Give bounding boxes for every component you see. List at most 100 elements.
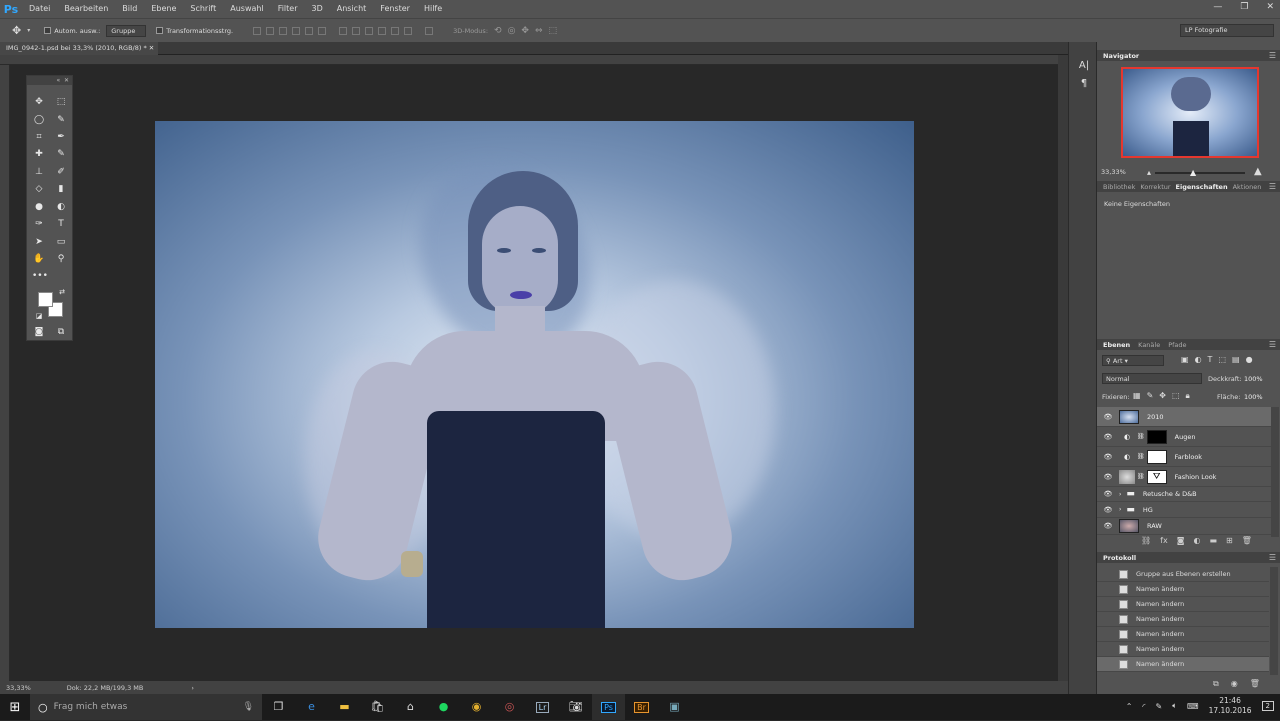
align-right-icon[interactable] bbox=[318, 26, 327, 35]
status-menu-arrow-icon[interactable]: › bbox=[191, 684, 194, 692]
notification-icon[interactable]: 2 bbox=[1261, 701, 1274, 711]
tab-korrektur[interactable]: Korrektur bbox=[1140, 183, 1170, 191]
expand-arrow-icon[interactable]: › bbox=[1119, 491, 1121, 498]
fill-value[interactable]: 100% bbox=[1244, 393, 1263, 401]
blur-tool-icon[interactable]: ● bbox=[32, 201, 46, 213]
smartobject-filter-icon[interactable]: ▤ bbox=[1232, 355, 1240, 364]
document-tab[interactable]: IMG_0942-1.psd bei 33,3% (2010, RGB/8) *… bbox=[0, 42, 158, 55]
microphone-icon[interactable]: 🎙︎ bbox=[243, 702, 254, 712]
distribute-left-icon[interactable] bbox=[378, 26, 387, 35]
link-chain-icon[interactable]: ⛓︎ bbox=[1137, 453, 1145, 460]
spotify-icon[interactable]: ● bbox=[427, 694, 460, 720]
network-icon[interactable]: ◜ bbox=[1142, 702, 1145, 711]
close-icon[interactable]: ✕ bbox=[64, 77, 69, 84]
link-chain-icon[interactable]: ⛓︎ bbox=[1137, 433, 1145, 440]
layers-scrollbar[interactable] bbox=[1271, 407, 1279, 537]
home-icon[interactable]: ⌂ bbox=[394, 694, 427, 720]
layer-mask-thumbnail[interactable] bbox=[1146, 449, 1167, 464]
move-tool-icon[interactable]: ✥ bbox=[12, 24, 21, 37]
gradient-tool-icon[interactable]: ▮ bbox=[54, 183, 68, 195]
paragraph-panel-icon[interactable]: ¶ bbox=[1078, 78, 1090, 90]
volume-icon[interactable]: 🔈︎ bbox=[1172, 701, 1177, 711]
menu-filter[interactable]: Filter bbox=[271, 0, 305, 18]
crop-tool-icon[interactable]: ⌗ bbox=[32, 131, 46, 143]
fx-icon[interactable]: fx bbox=[1160, 536, 1168, 545]
auto-select-checkbox[interactable]: Autom. ausw.: bbox=[44, 27, 100, 35]
menu-bearbeiten[interactable]: Bearbeiten bbox=[57, 0, 115, 18]
transform-controls-checkbox[interactable]: Transformationsstrg. bbox=[156, 27, 233, 35]
align-hcenter-icon[interactable] bbox=[305, 26, 314, 35]
clock[interactable]: 21:46 17.10.2016 bbox=[1209, 696, 1252, 716]
collapse-icon[interactable]: « bbox=[56, 77, 60, 84]
window-icon[interactable]: ▣ bbox=[658, 694, 691, 720]
3d-pan-icon[interactable]: ✥ bbox=[521, 26, 529, 36]
tab-eigenschaften[interactable]: Eigenschaften bbox=[1176, 183, 1228, 191]
new-document-from-state-icon[interactable]: ⧉ bbox=[1213, 679, 1219, 689]
quick-select-tool-icon[interactable]: ✎ bbox=[54, 114, 68, 126]
new-layer-icon[interactable]: ⊞ bbox=[1226, 536, 1233, 545]
3d-roll-icon[interactable]: ◎ bbox=[508, 26, 516, 36]
menu-ebene[interactable]: Ebene bbox=[144, 0, 183, 18]
history-item[interactable]: Namen ändern bbox=[1097, 597, 1269, 612]
document-image[interactable] bbox=[155, 121, 914, 628]
layer-row-farblook[interactable]: 👁︎ ◐ ⛓︎ Farblook bbox=[1097, 447, 1271, 467]
type-tool-icon[interactable]: T bbox=[54, 218, 68, 230]
photoshop-icon[interactable]: Ps bbox=[592, 694, 625, 720]
distribute-bottom-icon[interactable] bbox=[365, 26, 374, 35]
visibility-eye-icon[interactable]: 👁︎ bbox=[1101, 490, 1115, 498]
canvas-scrollbar[interactable] bbox=[1058, 55, 1068, 681]
panel-menu-icon[interactable]: ☰ bbox=[1269, 553, 1276, 562]
more-tools-icon[interactable]: ••• bbox=[32, 270, 48, 282]
navigator-tab[interactable]: Navigator bbox=[1103, 52, 1139, 60]
visibility-eye-icon[interactable]: 👁︎ bbox=[1101, 473, 1115, 481]
menu-bild[interactable]: Bild bbox=[115, 0, 144, 18]
edge-icon[interactable]: e bbox=[295, 694, 328, 720]
healing-brush-tool-icon[interactable]: ✚ bbox=[32, 148, 46, 160]
layer-row-fashion-look[interactable]: 👁︎ ⛓︎ ⛛ Fashion Look bbox=[1097, 467, 1271, 487]
link-layers-icon[interactable]: ⛓︎ bbox=[1141, 536, 1151, 545]
store-icon[interactable]: 🛍︎ bbox=[361, 694, 394, 720]
path-select-tool-icon[interactable]: ➤ bbox=[32, 236, 46, 248]
3d-scale-icon[interactable]: ⬚ bbox=[549, 26, 558, 36]
align-bottom-icon[interactable] bbox=[279, 26, 288, 35]
opacity-value[interactable]: 100% bbox=[1244, 375, 1263, 383]
new-group-icon[interactable]: ▬ bbox=[1209, 536, 1217, 545]
taskbar-search[interactable]: ○ Frag mich etwas 🎙︎ bbox=[30, 694, 262, 720]
panel-menu-icon[interactable]: ☰ bbox=[1269, 340, 1276, 349]
windows-start-icon[interactable]: ⊞ bbox=[0, 700, 30, 715]
panel-menu-icon[interactable]: ☰ bbox=[1269, 51, 1276, 60]
filter-toggle-icon[interactable]: ● bbox=[1246, 355, 1253, 364]
menu-datei[interactable]: Datei bbox=[22, 0, 57, 18]
history-scrollbar[interactable] bbox=[1270, 567, 1278, 675]
dodge-tool-icon[interactable]: ◐ bbox=[54, 201, 68, 213]
menu-fenster[interactable]: Fenster bbox=[373, 0, 417, 18]
align-top-icon[interactable] bbox=[253, 26, 262, 35]
screen-mode-icon[interactable]: ⧉ bbox=[54, 326, 68, 338]
lock-transparency-icon[interactable]: ▦ bbox=[1133, 391, 1141, 401]
navigator-zoom-value[interactable]: 33,33% bbox=[1101, 168, 1126, 176]
visibility-eye-icon[interactable]: 👁︎ bbox=[1101, 506, 1115, 514]
zoom-level[interactable]: 33,33% bbox=[6, 684, 31, 692]
delete-layer-icon[interactable]: 🗑︎ bbox=[1242, 536, 1252, 545]
menu-auswahl[interactable]: Auswahl bbox=[223, 0, 270, 18]
visibility-eye-icon[interactable]: 👁︎ bbox=[1101, 522, 1115, 530]
expand-arrow-icon[interactable]: › bbox=[1119, 506, 1121, 513]
ruler-vertical[interactable] bbox=[0, 65, 10, 681]
marquee-tool-icon[interactable]: ⬚ bbox=[54, 96, 68, 108]
history-brush-tool-icon[interactable]: ✐ bbox=[54, 166, 68, 178]
clone-stamp-tool-icon[interactable]: ⊥ bbox=[32, 166, 46, 178]
close-icon[interactable]: ✕ bbox=[1266, 2, 1274, 12]
minimize-icon[interactable]: — bbox=[1213, 2, 1222, 12]
align-left-icon[interactable] bbox=[292, 26, 301, 35]
keyboard-icon[interactable]: ⌨︎ bbox=[1187, 702, 1199, 711]
distribute-right-icon[interactable] bbox=[404, 26, 413, 35]
navigator-thumbnail[interactable] bbox=[1121, 67, 1259, 158]
visibility-eye-icon[interactable]: 👁︎ bbox=[1101, 433, 1115, 441]
eraser-tool-icon[interactable]: ◇ bbox=[32, 183, 46, 195]
distribute-vcenter-icon[interactable] bbox=[352, 26, 361, 35]
default-colors-icon[interactable]: ◪ bbox=[32, 310, 46, 322]
tab-kanaele[interactable]: Kanäle bbox=[1138, 341, 1160, 349]
chevron-down-icon[interactable]: ▾ bbox=[27, 27, 30, 34]
menu-hilfe[interactable]: Hilfe bbox=[417, 0, 449, 18]
auto-align-icon[interactable] bbox=[425, 26, 434, 35]
